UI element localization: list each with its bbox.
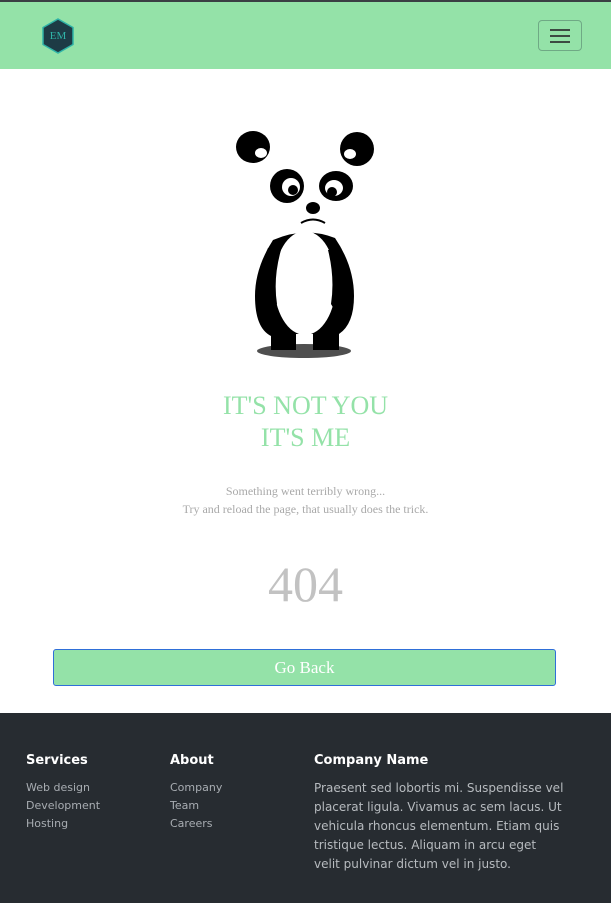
- menu-toggle-button[interactable]: [538, 20, 582, 51]
- footer-company-column: Company Name Praesent sed lobortis mi. S…: [314, 753, 564, 874]
- footer: Services Web design Development Hosting …: [0, 713, 611, 903]
- error-headline: IT'S NOT YOU IT'S ME: [0, 390, 611, 454]
- footer-services-column: Services Web design Development Hosting: [26, 753, 100, 833]
- footer-link-careers[interactable]: Careers: [170, 815, 222, 833]
- error-message: Something went terribly wrong... Try and…: [0, 482, 611, 518]
- navbar: EM: [0, 2, 611, 69]
- hamburger-menu-icon: [550, 29, 570, 31]
- footer-company-text: Praesent sed lobortis mi. Suspendisse ve…: [314, 781, 564, 871]
- footer-about-heading: About: [170, 753, 214, 768]
- brand-initials: EM: [49, 30, 67, 42]
- error-code: 404: [268, 556, 343, 612]
- headline-line-2: IT'S ME: [260, 423, 351, 452]
- brand-logo[interactable]: EM: [41, 18, 75, 54]
- footer-link-hosting[interactable]: Hosting: [26, 815, 100, 833]
- footer-link-development[interactable]: Development: [26, 797, 100, 815]
- footer-link-web-design[interactable]: Web design: [26, 779, 100, 797]
- footer-about-column: About Company Team Careers: [170, 753, 222, 833]
- footer-link-team[interactable]: Team: [170, 797, 222, 815]
- error-message-line-2: Try and reload the page, that usually do…: [182, 502, 429, 516]
- headline-line-1: IT'S NOT YOU: [222, 391, 388, 420]
- go-back-button[interactable]: Go Back: [53, 649, 556, 686]
- footer-services-heading: Services: [26, 753, 88, 768]
- footer-link-company[interactable]: Company: [170, 779, 222, 797]
- footer-company-heading: Company Name: [314, 753, 429, 768]
- error-message-line-1: Something went terribly wrong...: [225, 484, 386, 498]
- sad-panda-illustration: [236, 131, 374, 358]
